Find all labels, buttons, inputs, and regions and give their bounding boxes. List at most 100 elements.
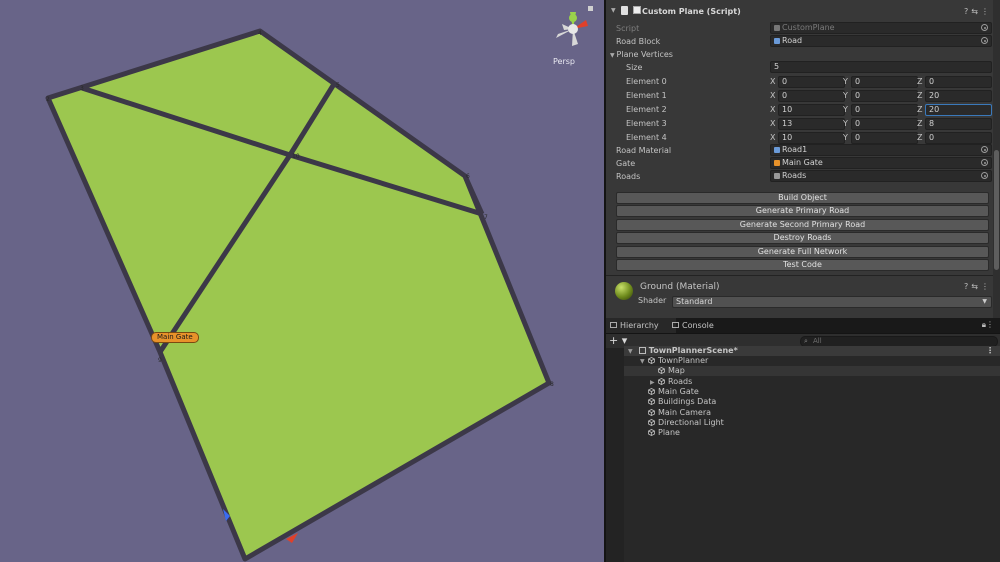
element-y-input[interactable]: 0 <box>851 104 918 116</box>
axis-label-z: Z <box>917 77 923 86</box>
axis-label-x: X <box>770 77 776 86</box>
element-y-input[interactable]: 0 <box>851 132 918 144</box>
hierarchy-item[interactable]: Buildings Data <box>624 397 1000 407</box>
hierarchy-item-label: Directional Light <box>658 417 724 427</box>
axis-label-y: Y <box>843 91 848 100</box>
element-y-input[interactable]: 0 <box>851 76 918 88</box>
hierarchy-item-label: Plane <box>658 428 680 438</box>
plane-vertices-foldout[interactable]: ▼ Plane Vertices <box>610 50 673 59</box>
plane-mesh[interactable] <box>0 0 604 562</box>
element-y-input[interactable]: 0 <box>851 90 918 102</box>
roads-field[interactable]: Roads <box>770 170 992 182</box>
hierarchy-gutter <box>606 348 624 562</box>
element-z-input[interactable]: 0 <box>925 132 992 144</box>
object-picker-icon[interactable] <box>981 159 988 166</box>
gate-field[interactable]: Main Gate <box>770 157 992 169</box>
gameobject-cube-icon <box>648 418 655 426</box>
element-label: Element 2 <box>626 105 667 114</box>
script-label: Script <box>616 24 640 33</box>
foldout-arrow-icon[interactable]: ▼ <box>611 7 616 14</box>
hierarchy-item[interactable]: Main Camera <box>624 408 1000 418</box>
hierarchy-item-label: TownPlanner <box>658 356 709 365</box>
axis-label-x: X <box>770 133 776 142</box>
hierarchy-item-label: Buildings Data <box>658 397 717 407</box>
hierarchy-item[interactable]: Map <box>624 366 1000 377</box>
vertex-label: 5 <box>336 82 340 89</box>
element-label: Element 4 <box>626 133 667 142</box>
script-icon <box>621 6 628 15</box>
hierarchy-item[interactable]: Main Gate <box>624 387 1000 397</box>
hierarchy-item[interactable]: ▶ Roads <box>624 377 1000 387</box>
material-preview-icon[interactable] <box>615 282 633 300</box>
list-icon <box>610 322 617 328</box>
component-header[interactable]: ▼ Custom Plane (Script) ?⇆⋮ <box>606 4 1000 20</box>
shader-dropdown[interactable]: Standard ▼ <box>672 296 992 308</box>
vertex-label: 6 <box>466 173 470 180</box>
generate-primary-road-button[interactable]: Generate Primary Road <box>616 205 989 217</box>
more-icon[interactable]: ⋮ <box>986 346 994 356</box>
inspector-scrollbar[interactable] <box>993 0 1000 318</box>
element-x-input[interactable]: 10 <box>778 104 845 116</box>
object-picker-icon[interactable] <box>981 37 988 44</box>
vertex-label: 2 <box>46 96 50 103</box>
main-gate-label[interactable]: Main Gate <box>151 332 199 343</box>
script-field[interactable]: CustomPlane <box>770 22 992 34</box>
enabled-checkbox[interactable] <box>633 6 641 14</box>
element-label: Element 1 <box>626 91 667 100</box>
hierarchy-item[interactable]: Plane <box>624 428 1000 438</box>
scene-row[interactable]: ▼ TownPlannerScene* ⋮ <box>624 346 1000 356</box>
hierarchy-item[interactable]: ▼ TownPlanner <box>624 356 1000 366</box>
perspective-toggle[interactable]: Persp <box>553 57 575 66</box>
axis-label-z: Z <box>917 119 923 128</box>
element-x-input[interactable]: 10 <box>778 132 845 144</box>
console-icon <box>672 322 679 328</box>
tab-console[interactable]: Console <box>668 318 742 333</box>
axis-label-y: Y <box>843 119 848 128</box>
material-menu-icons[interactable]: ?⇆⋮ <box>964 282 992 291</box>
lock-icon[interactable]: 🔒︎⋮ <box>982 320 994 330</box>
gameobject-icon <box>774 173 780 179</box>
element-x-input[interactable]: 0 <box>778 76 845 88</box>
vertex-label: 10 <box>292 153 300 160</box>
scrollbar-thumb[interactable] <box>994 150 999 270</box>
element-z-input[interactable]: 20 <box>925 104 992 116</box>
object-picker-icon[interactable] <box>981 172 988 179</box>
vertex-label: 7 <box>484 214 488 221</box>
element-z-input[interactable]: 20 <box>925 90 992 102</box>
build-object-button[interactable]: Build Object <box>616 192 989 204</box>
hierarchy-item-label: Map <box>668 366 685 376</box>
vertex-label: 9 <box>158 357 162 364</box>
destroy-roads-button[interactable]: Destroy Roads <box>616 232 989 244</box>
element-y-input[interactable]: 0 <box>851 118 918 130</box>
road-block-label: Road Block <box>616 37 661 46</box>
prefab-icon <box>774 38 780 44</box>
element-x-input[interactable]: 13 <box>778 118 845 130</box>
vertex-label: 8 <box>550 381 554 388</box>
gameobject-cube-icon <box>648 429 655 437</box>
element-z-input[interactable]: 0 <box>925 76 992 88</box>
gate-label: Gate <box>616 159 636 168</box>
script-icon <box>774 25 780 31</box>
size-input[interactable]: 5 <box>770 61 992 73</box>
generate-full-network-button[interactable]: Generate Full Network <box>616 246 989 258</box>
axis-label-y: Y <box>843 105 848 114</box>
element-x-input[interactable]: 0 <box>778 90 845 102</box>
axis-label-z: Z <box>917 91 923 100</box>
object-picker-icon[interactable] <box>981 146 988 153</box>
element-z-input[interactable]: 8 <box>925 118 992 130</box>
object-picker-icon[interactable] <box>981 24 988 31</box>
tab-hierarchy[interactable]: Hierarchy <box>606 318 676 333</box>
gameobject-cube-icon <box>658 367 665 375</box>
test-code-button[interactable]: Test Code <box>616 259 989 271</box>
component-menu-icons[interactable]: ?⇆⋮ <box>964 7 992 16</box>
road-material-field[interactable]: Road1 <box>770 144 992 156</box>
orientation-gizmo-icon[interactable] <box>548 4 598 54</box>
gameobject-cube-icon <box>658 377 665 385</box>
material-title: Ground (Material) <box>640 282 720 292</box>
road-block-field[interactable]: Road <box>770 35 992 47</box>
panel-tabs: Hierarchy Console 🔒︎⋮ <box>606 318 1000 334</box>
scene-view[interactable]: 2 3 4 5 6 7 8 9 10 Main Gate Persp <box>0 0 604 562</box>
roads-label: Roads <box>616 172 641 181</box>
generate-second-primary-road-button[interactable]: Generate Second Primary Road <box>616 219 989 231</box>
hierarchy-item[interactable]: Directional Light <box>624 418 1000 428</box>
